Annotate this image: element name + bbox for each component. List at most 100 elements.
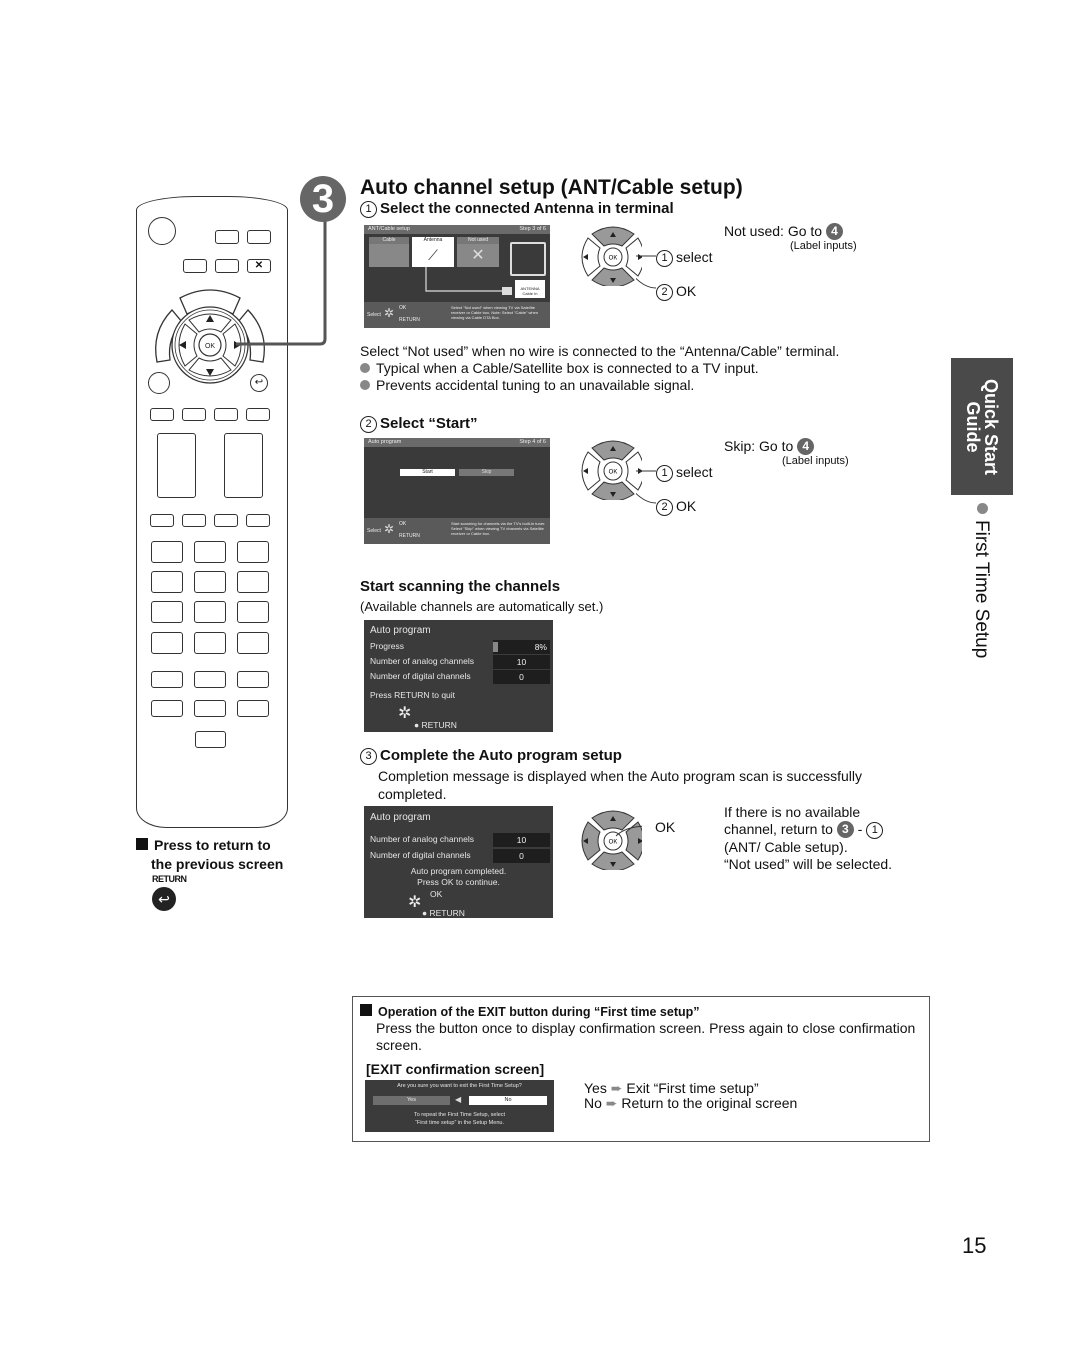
- sub2-title: Select “Start”: [380, 415, 478, 432]
- screen-header: ANT/Cable setup: [368, 226, 410, 232]
- arrow-left-icon: ◀: [455, 1095, 462, 1104]
- label-inputs-note: (Label inputs): [790, 240, 857, 252]
- footer-ok: OK: [399, 305, 407, 311]
- auto-program-progress-screen: Auto program Progress 8% Number of analo…: [364, 620, 553, 732]
- remote-number-button: [194, 601, 226, 623]
- sub3-title: Complete the Auto program setup: [380, 747, 622, 764]
- remote-number-button: [151, 571, 183, 593]
- remote-number-button: [237, 541, 269, 563]
- bullet-item: Prevents accidental tuning to an unavail…: [360, 377, 694, 393]
- auto-program-start-screen: Auto program Step 4 of 6 Start Skip Selec…: [364, 438, 550, 544]
- sub3-heading: 3 Complete the Auto program setup: [360, 747, 622, 765]
- quick-start-guide-tab: Quick Start Guide: [951, 358, 1013, 495]
- antenna-cable-line: [425, 267, 512, 295]
- analog-count: 10: [493, 655, 550, 669]
- scanning-title: Start scanning the channels: [360, 578, 561, 595]
- exit-confirmation-subtitle: [EXIT confirmation screen]: [366, 1061, 545, 1077]
- skip-option: Skip: [459, 469, 514, 476]
- ok-instruction: 2 OK: [656, 498, 696, 516]
- cable-wall-icon: [369, 244, 409, 267]
- remote-button: [214, 408, 238, 421]
- remote-number-button: [237, 700, 269, 717]
- remote-volume-rocker: [157, 433, 196, 498]
- footer-note: Select "Not used" when viewing TV via Sa…: [451, 305, 539, 320]
- ok-instruction: OK: [655, 819, 676, 835]
- dpad-icon: OK: [581, 440, 642, 500]
- antenna-icon: ⟋: [412, 244, 454, 267]
- step-title: Auto channel setup (ANT/Cable setup): [360, 176, 743, 199]
- remote-number-button: [194, 671, 226, 688]
- svg-text:OK: OK: [205, 343, 215, 350]
- remote-number-button: [151, 671, 183, 688]
- label-inputs-note: (Label inputs): [782, 455, 849, 467]
- svg-text:OK: OK: [609, 840, 618, 846]
- section-bullet-icon: [977, 503, 988, 514]
- remote-number-button: [237, 571, 269, 593]
- remote-button: [195, 731, 226, 748]
- remote-button: [183, 259, 207, 273]
- dpad-icon: ✲: [384, 306, 395, 320]
- remote-number-button: [194, 571, 226, 593]
- remote-number-button: [151, 601, 183, 623]
- page-number: 15: [962, 1233, 987, 1258]
- progress-bar: 8%: [493, 640, 550, 654]
- remote-number-button: [237, 671, 269, 688]
- dpad-icon: OK: [581, 226, 642, 286]
- return-note: Press to return to the previous screen: [136, 836, 283, 874]
- option-not-used: Not used: [457, 237, 499, 244]
- exit-box-description: Press the button once to display confirm…: [376, 1020, 916, 1053]
- no-option: No: [469, 1096, 547, 1105]
- terminal-label: ANTENNA Cable In: [515, 280, 545, 298]
- footer-return: RETURN: [399, 317, 420, 323]
- svg-text:OK: OK: [609, 470, 618, 476]
- not-used-goto: Not used: Go to 4: [724, 223, 843, 240]
- screen-step: Step 3 of 6: [519, 226, 546, 232]
- sub1-heading: 1 Select the connected Antenna in termina…: [360, 200, 674, 218]
- bullet-item: Typical when a Cable/Satellite box is co…: [360, 360, 759, 376]
- arrow-right-icon: ➨: [610, 1080, 623, 1096]
- yes-option: Yes: [373, 1096, 450, 1105]
- option-antenna: Antenna: [412, 237, 454, 244]
- arrow-right-icon: ➨: [605, 1095, 618, 1111]
- step-4-badge: 4: [825, 223, 843, 240]
- analog-count: 10: [493, 833, 550, 847]
- not-used-note: Select “Not used” when no wire is connec…: [360, 343, 840, 359]
- tv-icon: [510, 242, 546, 276]
- select-instruction: 1 select: [656, 249, 713, 267]
- return-icon: ↩: [152, 887, 176, 911]
- remote-button: [150, 514, 174, 527]
- return-label: ● RETURN: [422, 908, 465, 918]
- dpad-icon: ✲: [408, 894, 422, 911]
- remote-number-button: [151, 632, 183, 654]
- no-channel-note: If there is no available channel, return…: [724, 804, 893, 872]
- remote-number-button: [237, 601, 269, 623]
- remote-button: [150, 408, 174, 421]
- sub1-title: Select the connected Antenna in terminal: [380, 200, 674, 217]
- digital-count: 0: [493, 670, 550, 684]
- return-label: ● RETURN: [414, 720, 457, 730]
- ok-instruction: 2 OK: [656, 283, 696, 301]
- sub1-number: 1: [360, 201, 377, 218]
- start-option: Start: [400, 469, 455, 476]
- select-instruction: 1 select: [656, 464, 713, 482]
- remote-button: [182, 408, 206, 421]
- remote-power-button: [148, 217, 176, 245]
- remote-button: [148, 372, 170, 394]
- dpad-icon: OK: [581, 810, 642, 870]
- skip-goto: Skip: Go to 4: [724, 438, 815, 455]
- return-button-label: RETURN: [152, 874, 187, 884]
- ant-cable-setup-screen: ANT/Cable setup Step 3 of 6 Cable Antenna…: [364, 225, 550, 328]
- remote-button: [214, 514, 238, 527]
- exit-confirmation-screen: Are you sure you want to exit the First …: [365, 1080, 554, 1132]
- scanning-subtitle: (Available channels are automatically se…: [360, 599, 604, 614]
- not-used-x-icon: ✕: [457, 244, 499, 267]
- remote-number-button: [151, 541, 183, 563]
- step-4-badge: 4: [797, 438, 815, 455]
- remote-number-button: [194, 632, 226, 654]
- remote-channel-rocker: [224, 433, 263, 498]
- digital-count: 0: [493, 849, 550, 863]
- remote-number-button: [237, 632, 269, 654]
- no-meaning: No ➨ Return to the original screen: [584, 1095, 798, 1111]
- remote-number-button: [194, 541, 226, 563]
- section-title: First Time Setup: [971, 520, 992, 659]
